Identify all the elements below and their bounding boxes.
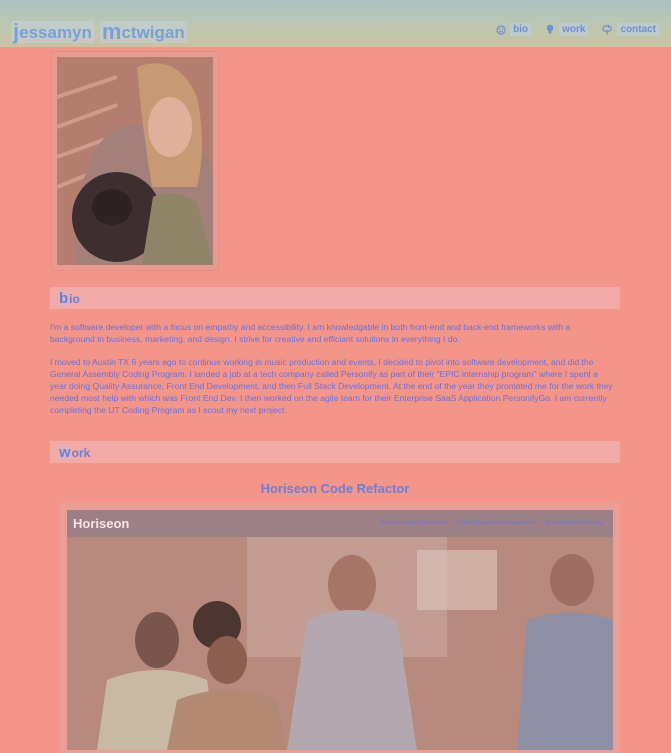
nav-label-bio: bio [510, 23, 532, 36]
site-brand[interactable]: j essamyn m ctwigan [11, 19, 187, 43]
profile-photo-illustration [57, 57, 213, 265]
main-nav: bio work contact [496, 23, 659, 36]
project-screenshot-nav-item: Search Engine Optimization [379, 520, 449, 526]
bio-paragraph-1: I'm a software developer with a focus on… [50, 322, 571, 344]
profile-photo [57, 57, 213, 265]
bio-title-initial: b [58, 289, 70, 307]
bio-section-title: b io [58, 289, 80, 307]
profile-photo-frame [52, 52, 218, 270]
nav-link-contact[interactable]: contact [602, 23, 659, 36]
brand-first-rest: essamyn [19, 23, 92, 42]
brand-first-name: j essamyn [11, 21, 94, 43]
smile-icon [496, 24, 506, 35]
nav-link-bio[interactable]: bio [496, 23, 532, 36]
project-screenshot-nav: Search Engine Optimization Online Reputa… [380, 520, 603, 526]
mailbox-icon [602, 24, 613, 35]
bio-title-rest: io [69, 291, 80, 306]
site-header: j essamyn m ctwigan bio work contact [0, 0, 671, 47]
project-screenshot-nav-item: Social Media Marketing [545, 520, 603, 526]
work-section-header: w ork [50, 441, 620, 463]
work-title-rest: ork [71, 445, 91, 460]
bio-paragraph-2: I moved to Austin TX 6 years ago to cont… [50, 357, 613, 415]
project-screenshot-logo: Horiseon [73, 516, 130, 531]
work-title-initial: w [58, 443, 72, 461]
project-screenshot-illustration [67, 510, 613, 750]
work-section-title: w ork [58, 443, 91, 461]
brand-last-name: m ctwigan [99, 19, 187, 44]
bio-section-header: b io [50, 287, 620, 309]
project-screenshot-nav-item: Online Reputation Management [458, 520, 536, 526]
project-screenshot: Horiseon Search Engine Optimization Onli… [67, 510, 613, 750]
lightbulb-icon [545, 24, 555, 35]
nav-label-contact: contact [617, 23, 659, 36]
nav-label-work: work [559, 23, 589, 36]
nav-link-work[interactable]: work [545, 23, 589, 36]
project-screenshot-frame[interactable]: Horiseon Search Engine Optimization Onli… [60, 503, 620, 753]
project-title[interactable]: Horiseon Code Refactor [50, 481, 620, 496]
brand-last-initial: m [101, 19, 122, 44]
brand-last-rest: ctwigan [121, 23, 185, 42]
